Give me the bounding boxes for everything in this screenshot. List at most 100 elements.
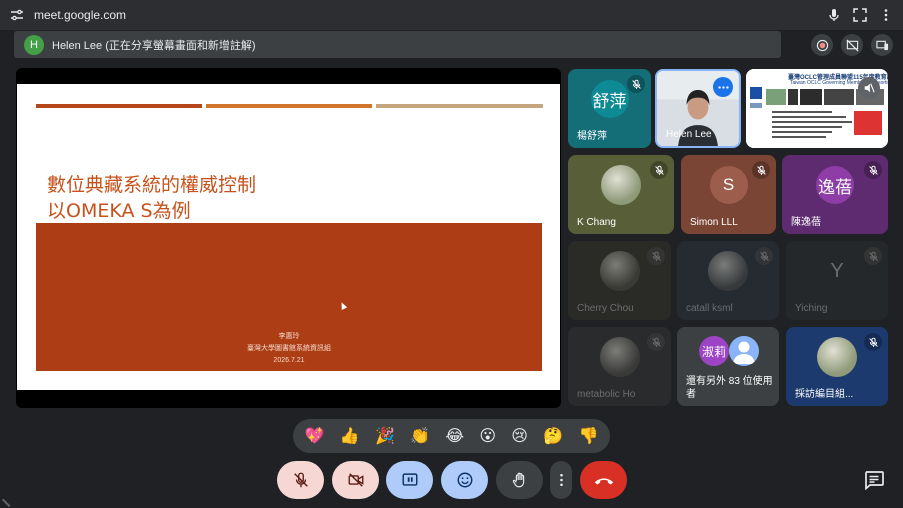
participant-name: 楊舒萍	[577, 131, 607, 142]
mic-off-icon	[651, 337, 661, 347]
reactions-bar: 💖 👍 🎉 👏 😂 😮 😢 🤔 👎	[293, 419, 610, 453]
window-menu-icon[interactable]	[879, 8, 893, 22]
presentation-slide: 數位典藏系統的權威控制 以OMEKA S為例 李惠玲 臺灣大學圖書館系統資訊組 …	[17, 84, 560, 390]
record-icon	[816, 39, 828, 51]
mic-off-icon	[631, 79, 641, 89]
participant-avatar: 逸蓓	[816, 166, 854, 205]
slide-accent-bar	[376, 104, 543, 108]
chat-icon[interactable]	[863, 470, 885, 490]
meet-window: meet.google.com H Helen Lee (正在分享螢幕畫面和新增…	[0, 0, 903, 508]
mic-off-icon	[759, 251, 769, 261]
participant-tile[interactable]: 舒萍楊舒萍	[568, 69, 651, 148]
resize-handle[interactable]	[1, 492, 17, 508]
presentation-off-icon	[846, 39, 858, 51]
reaction-emoji[interactable]: 👎	[578, 428, 598, 444]
participant-tile[interactable]: metabolic Ho	[568, 327, 671, 406]
reaction-emoji[interactable]: 😮	[479, 428, 496, 444]
reaction-emoji[interactable]: 💖	[305, 428, 325, 444]
mute-indicator	[647, 247, 665, 265]
reaction-emoji[interactable]: 😢	[511, 428, 528, 444]
devices-icon	[875, 40, 888, 50]
microphone-toggle-button[interactable]	[277, 461, 324, 499]
reaction-emoji[interactable]: 🎉	[375, 428, 395, 444]
participant-avatar: S	[709, 166, 748, 205]
emoji-icon	[457, 472, 472, 488]
microphone-indicator-icon[interactable]	[827, 8, 841, 22]
stop-presenting-button[interactable]	[841, 34, 863, 56]
mute-indicator	[858, 77, 880, 99]
raise-hand-button[interactable]	[496, 461, 543, 499]
mute-indicator	[755, 247, 773, 265]
raise-hand-icon	[512, 472, 524, 488]
more-options-button[interactable]	[550, 461, 572, 499]
slide-footer-block: 李惠玲 臺灣大學圖書館系統資訊組 2026.7.21	[36, 223, 542, 371]
participant-tile[interactable]: S Simon LLL	[681, 155, 776, 234]
participant-name: 陳逸蓓	[791, 217, 821, 228]
participant-avatar: 淑莉	[699, 336, 729, 366]
reaction-emoji[interactable]: 🤔	[543, 428, 563, 444]
site-settings-icon[interactable]	[10, 8, 24, 22]
participant-photo	[601, 165, 641, 206]
present-screen-icon	[402, 473, 417, 486]
participant-tile[interactable]: 臺灣OCLC管理成員聯盟115年度教育訓練 Taiwan OCLC Governi…	[746, 69, 888, 148]
send-reaction-button[interactable]	[441, 461, 488, 499]
participant-photo	[708, 251, 748, 292]
mic-off-icon	[756, 165, 766, 175]
mic-off-icon	[868, 251, 878, 261]
participant-photo	[599, 337, 640, 378]
fullscreen-icon[interactable]	[853, 8, 867, 22]
reaction-emoji[interactable]: 👍	[340, 428, 360, 444]
participant-tile[interactable]: catall ksml	[677, 241, 779, 320]
participant-name: Yiching	[795, 303, 828, 314]
mute-indicator	[864, 247, 882, 265]
slide-subtitle: 以OMEKA S為例	[47, 200, 191, 222]
participant-name: catall ksml	[686, 303, 733, 314]
dots-icon	[717, 85, 729, 89]
overflow-count-text: 還有另外 83 位使用者	[686, 376, 773, 400]
participant-tile[interactable]: 淑莉還有另外 83 位使用者	[677, 327, 779, 406]
slide-author: 李惠玲	[278, 333, 300, 340]
mute-indicator	[864, 161, 882, 179]
participant-tile[interactable]: Y Yiching	[786, 241, 888, 320]
record-button[interactable]	[811, 34, 833, 56]
more-options-icon[interactable]	[713, 77, 733, 97]
mute-indicator	[627, 75, 645, 93]
participant-tile[interactable]: Cherry Chou	[568, 241, 671, 320]
slide-date: 2026.7.21	[273, 357, 305, 364]
volume-off-icon	[864, 83, 875, 93]
companion-mode-button[interactable]	[871, 34, 893, 56]
participant-name: K Chang	[577, 217, 616, 228]
camera-off-icon	[348, 473, 363, 487]
presenter-banner: H Helen Lee (正在分享螢幕畫面和新增註解)	[14, 31, 781, 58]
mute-indicator	[864, 333, 882, 351]
top-action-icons	[811, 34, 893, 56]
participant-photo	[599, 251, 640, 292]
mic-off-icon	[868, 337, 878, 347]
participant-tile[interactable]: 採訪編目組...	[786, 327, 888, 406]
present-screen-button[interactable]	[386, 461, 433, 499]
participant-name: metabolic Ho	[577, 389, 636, 400]
camera-toggle-button[interactable]	[332, 461, 379, 499]
mic-off-icon	[654, 165, 664, 175]
mic-off-icon	[651, 251, 661, 261]
participant-avatar: Y	[830, 259, 844, 282]
participant-name: Cherry Chou	[577, 303, 634, 314]
participant-tile[interactable]: 逸蓓陳逸蓓	[782, 155, 888, 234]
mute-indicator	[752, 161, 770, 179]
mute-indicator	[650, 161, 668, 179]
participant-avatar: 舒萍	[590, 80, 629, 119]
slide-organization: 臺灣大學圖書館系統資訊組	[247, 345, 331, 352]
slide-accent-bar	[36, 104, 202, 108]
more-vert-icon	[559, 473, 563, 487]
participant-photo	[817, 337, 857, 378]
reaction-emoji[interactable]: 👏	[410, 428, 430, 444]
slide-title: 數位典藏系統的權威控制	[47, 174, 257, 196]
mic-off-icon	[868, 165, 878, 175]
reaction-emoji[interactable]: 😂	[445, 428, 464, 444]
participant-tile[interactable]: Helen Lee	[655, 69, 741, 148]
participant-name: Simon LLL	[690, 217, 738, 228]
url-text[interactable]: meet.google.com	[34, 8, 126, 22]
participant-name: 採訪編目組...	[795, 389, 854, 400]
participant-tile[interactable]: K Chang	[568, 155, 674, 234]
leave-call-button[interactable]	[580, 461, 627, 499]
